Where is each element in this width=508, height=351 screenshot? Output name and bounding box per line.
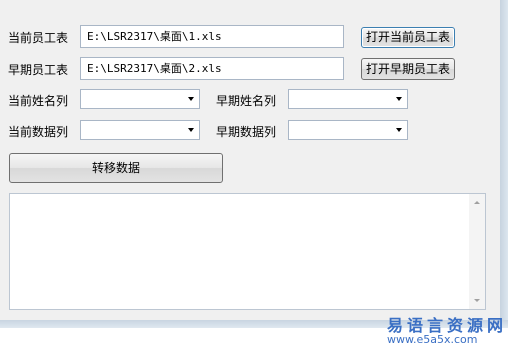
current-data-column-label: 当前数据列: [8, 125, 69, 139]
previous-name-column-select[interactable]: [288, 89, 408, 109]
transfer-data-button[interactable]: 转移数据: [9, 153, 223, 183]
window-frame-right: [500, 0, 508, 328]
scroll-down-icon[interactable]: [474, 299, 480, 302]
watermark-url: www.e5a5x.com: [387, 333, 478, 346]
vertical-scrollbar[interactable]: [469, 194, 485, 309]
previous-data-column-label: 早期数据列: [216, 125, 277, 139]
open-current-sheet-button[interactable]: 打开当前员工表: [361, 27, 455, 48]
current-data-column-select[interactable]: [80, 120, 200, 140]
open-previous-sheet-button[interactable]: 打开早期员工表: [361, 58, 455, 80]
chevron-down-icon[interactable]: [396, 128, 402, 132]
scroll-up-icon[interactable]: [474, 201, 480, 204]
current-name-column-select[interactable]: [80, 89, 200, 109]
current-name-column-label: 当前姓名列: [8, 94, 69, 108]
previous-sheet-path-input[interactable]: E:\LSR2317\桌面\2.xls: [80, 57, 344, 80]
previous-data-column-select[interactable]: [288, 120, 408, 140]
current-sheet-label: 当前员工表: [8, 31, 69, 45]
log-textarea[interactable]: [9, 193, 486, 310]
chevron-down-icon[interactable]: [188, 128, 194, 132]
previous-name-column-label: 早期姓名列: [216, 94, 277, 108]
previous-sheet-label: 早期员工表: [8, 63, 69, 77]
chevron-down-icon[interactable]: [188, 97, 194, 101]
chevron-down-icon[interactable]: [396, 97, 402, 101]
current-sheet-path-input[interactable]: E:\LSR2317\桌面\1.xls: [80, 25, 344, 48]
